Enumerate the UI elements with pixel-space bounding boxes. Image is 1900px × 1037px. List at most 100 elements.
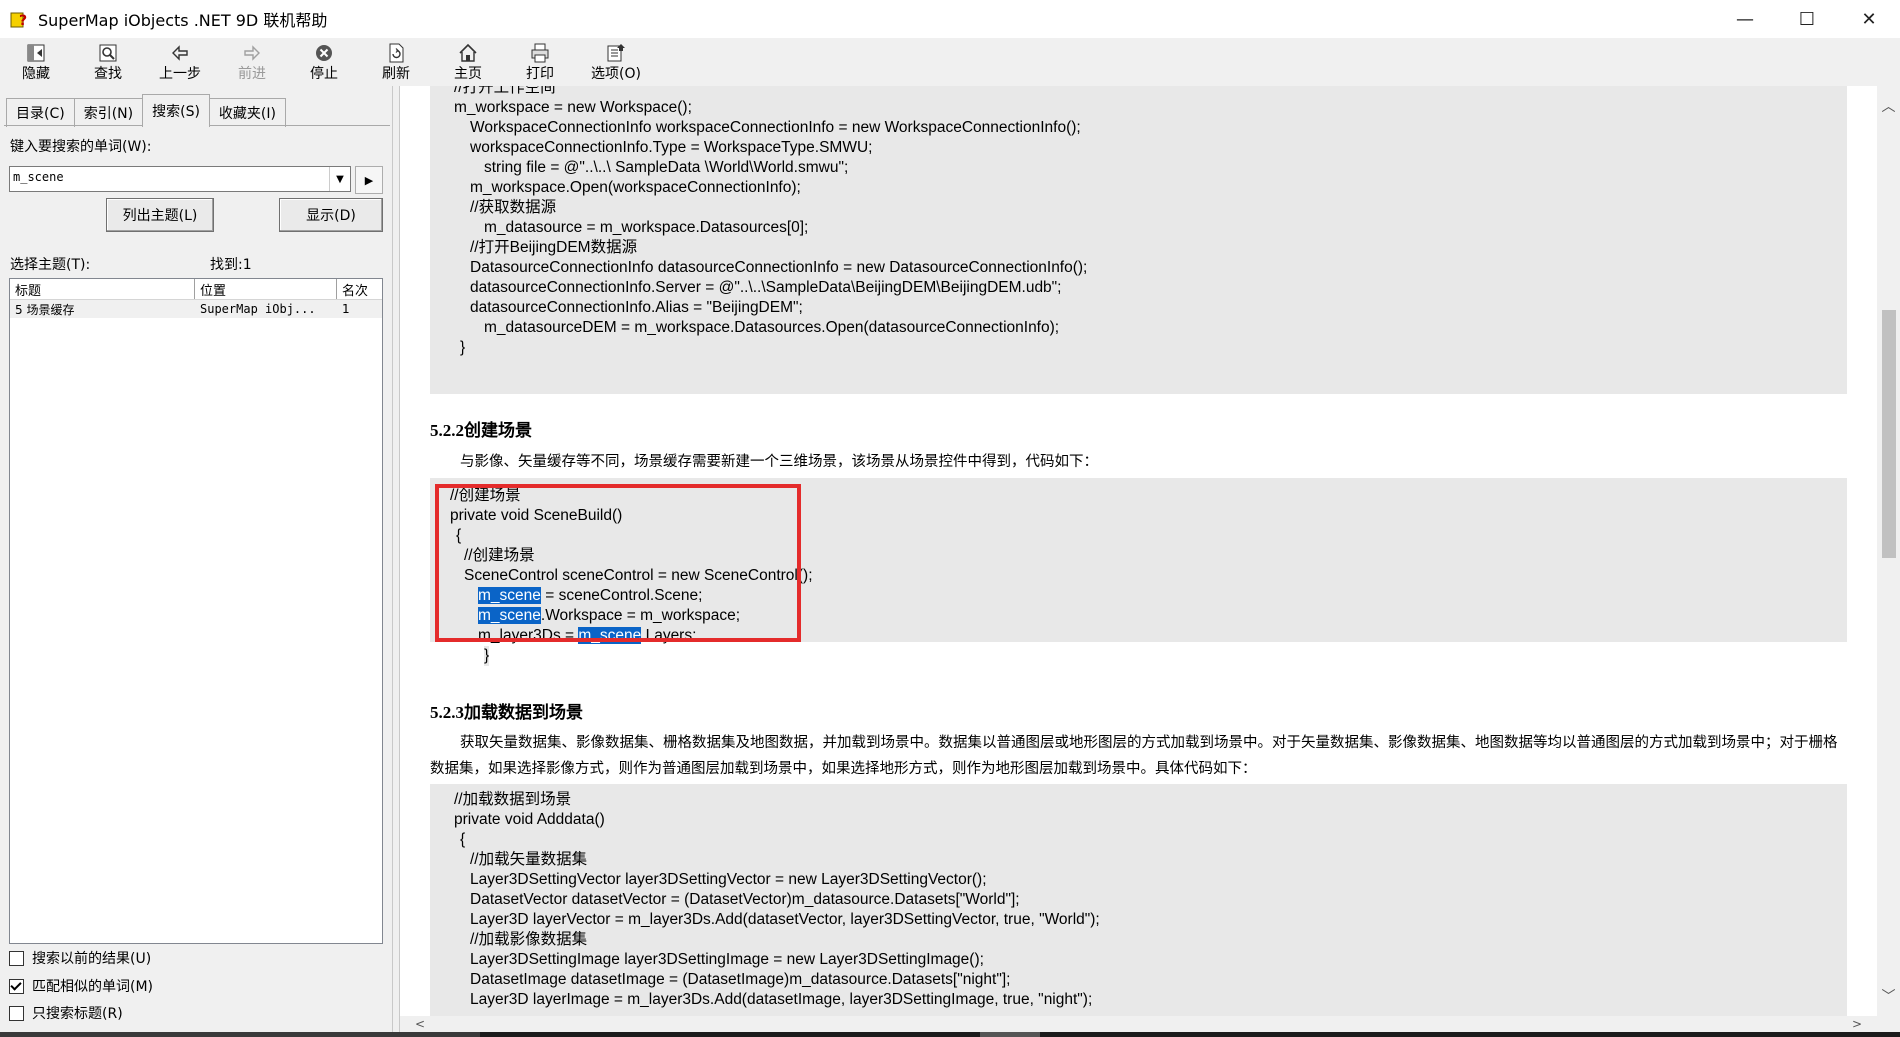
code-line: //加载数据到场景 xyxy=(454,791,572,808)
pane-splitter[interactable] xyxy=(392,86,400,1032)
options-button[interactable]: 选项(O) xyxy=(576,38,656,86)
match-similar-option[interactable]: 匹配相似的单词(M) xyxy=(9,976,153,996)
taskbar-strip xyxy=(0,1032,1900,1037)
code-line: DatasetVector datasetVector = (DatasetVe… xyxy=(470,891,1020,908)
tab-contents[interactable]: 目录(C) xyxy=(6,98,75,127)
nav-tabs: 目录(C) 索引(N) 搜索(S) 收藏夹(I) xyxy=(6,94,286,127)
match-similar-label: 匹配相似的单词(M) xyxy=(32,979,154,995)
code-line: Layer3DSettingImage layer3DSettingImage … xyxy=(470,951,984,968)
taskbar-segment xyxy=(980,1032,1040,1037)
scroll-down-icon[interactable]: ﹀ xyxy=(1877,986,1900,1006)
code-line: //加载矢量数据集 xyxy=(470,851,588,868)
home-icon xyxy=(459,43,477,62)
scroll-right-icon[interactable]: > xyxy=(1847,1016,1867,1032)
code-line: //打开BeijingDEM数据源 xyxy=(470,239,638,256)
search-previous-label: 搜索以前的结果(U) xyxy=(32,951,152,967)
section-paragraph-5-2-2: 与影像、矢量缓存等不同，场景缓存需要新建一个三维场景，该场景从场景控件中得到，代… xyxy=(460,454,1098,470)
code-line: string file = @"..\..\ SampleData \World… xyxy=(484,159,849,176)
section-paragraph-5-2-3: 获取矢量数据集、影像数据集、栅格数据集及地图数据，并加载到场景中。数据集以普通图… xyxy=(430,735,1838,777)
print-button[interactable]: 打印 xyxy=(504,38,576,86)
stop-button[interactable]: 停止 xyxy=(288,38,360,86)
code-line: } xyxy=(460,339,466,356)
back-button[interactable]: 上一步 xyxy=(144,38,216,86)
code-line: DatasourceConnectionInfo datasourceConne… xyxy=(470,259,1088,276)
code-line: //打开工作空间 xyxy=(454,86,556,96)
table-row[interactable]: 5 场景缓存 SuperMap iObj... 1 xyxy=(10,300,382,318)
find-icon xyxy=(99,44,117,62)
vertical-scrollbar[interactable]: ︿ ﹀ xyxy=(1877,86,1900,1016)
titles-only-label: 只搜索标题(R) xyxy=(32,1006,123,1022)
column-header-rank[interactable]: 名次 xyxy=(337,279,382,299)
column-header-title[interactable]: 标题 xyxy=(10,279,195,299)
tab-index[interactable]: 索引(N) xyxy=(73,98,144,127)
topic-results-list[interactable]: 标题 位置 名次 5 场景缓存 SuperMap iObj... 1 xyxy=(9,278,383,944)
dropdown-arrow-icon[interactable]: ▼ xyxy=(329,167,350,191)
list-topics-button[interactable]: 列出主题(L) xyxy=(106,198,214,232)
back-arrow-icon xyxy=(172,45,188,61)
code-line: //获取数据源 xyxy=(470,199,557,216)
search-input[interactable]: m_scene ▼ xyxy=(9,166,351,192)
tab-favorites[interactable]: 收藏夹(I) xyxy=(208,98,286,127)
code-line: datasourceConnectionInfo.Server = @"..\.… xyxy=(470,279,1062,296)
code-line: m_datasourceDEM = m_workspace.Datasource… xyxy=(484,319,1060,336)
search-word-label: 键入要搜索的单词(W): xyxy=(10,139,152,155)
code-line: WorkspaceConnectionInfo workspaceConnect… xyxy=(470,119,1081,136)
code-line: Layer3DSettingVector layer3DSettingVecto… xyxy=(470,871,987,888)
section-heading-5-2-2: 5.2.2创建场景 xyxy=(430,421,532,440)
code-line: Layer3D layerVector = m_layer3Ds.Add(dat… xyxy=(470,911,1100,928)
row-rank: 1 xyxy=(342,302,350,316)
hide-button[interactable]: 隐藏 xyxy=(0,38,72,86)
maximize-button[interactable]: ☐ xyxy=(1776,0,1838,38)
select-topic-label: 选择主题(T): xyxy=(10,257,91,273)
navigation-pane: 目录(C) 索引(N) 搜索(S) 收藏夹(I) 键入要搜索的单词(W): m_… xyxy=(0,86,392,1032)
options-icon xyxy=(607,44,625,62)
code-line: m_workspace = new Workspace(); xyxy=(454,99,692,116)
stop-icon xyxy=(316,45,332,61)
row-location: SuperMap iObj... xyxy=(200,302,316,316)
scroll-up-icon[interactable]: ︿ xyxy=(1877,96,1900,116)
home-button[interactable]: 主页 xyxy=(432,38,504,86)
forward-button[interactable]: 前进 xyxy=(216,38,288,86)
code-line: datasourceConnectionInfo.Alias = "Beijin… xyxy=(470,299,803,316)
code-line: DatasetImage datasetImage = (DatasetImag… xyxy=(470,971,1011,988)
search-go-button[interactable]: ▶ xyxy=(355,166,383,194)
code-line: private void Adddata() xyxy=(454,811,605,828)
annotation-red-box xyxy=(435,484,801,642)
code-line: m_datasource = m_workspace.Datasources[0… xyxy=(484,219,809,236)
display-button[interactable]: 显示(D) xyxy=(279,198,383,232)
code-line: m_workspace.Open(workspaceConnectionInfo… xyxy=(470,179,801,196)
code-block-open-workspace: //打开工作空间 m_workspace = new Workspace(); … xyxy=(430,86,1847,394)
titles-only-checkbox[interactable] xyxy=(9,1005,24,1021)
scroll-left-icon[interactable]: < xyxy=(410,1016,430,1032)
find-button[interactable]: 查找 xyxy=(72,38,144,86)
printer-icon xyxy=(531,43,549,63)
titles-only-option[interactable]: 只搜索标题(R) xyxy=(9,1003,123,1023)
code-line: } xyxy=(484,646,490,666)
forward-arrow-icon xyxy=(244,45,260,61)
close-button[interactable]: ✕ xyxy=(1838,0,1900,38)
horizontal-scrollbar[interactable]: < > xyxy=(400,1016,1877,1032)
toolbar: 隐藏 查找 上一步 前进 停止 刷新 主页 打印 选项(O) xyxy=(0,38,1900,87)
match-similar-checkbox[interactable] xyxy=(9,978,24,994)
section-heading-5-2-3: 5.2.3加载数据到场景 xyxy=(430,703,583,722)
tab-search[interactable]: 搜索(S) xyxy=(142,94,210,127)
minimize-button[interactable]: — xyxy=(1714,0,1776,38)
search-previous-checkbox[interactable] xyxy=(9,950,24,966)
search-previous-option[interactable]: 搜索以前的结果(U) xyxy=(9,948,151,968)
code-line: workspaceConnectionInfo.Type = Workspace… xyxy=(470,139,873,156)
vertical-scroll-thumb[interactable] xyxy=(1882,310,1896,558)
refresh-button[interactable]: 刷新 xyxy=(360,38,432,86)
search-input-value: m_scene xyxy=(13,170,64,184)
found-count: 找到:1 xyxy=(210,257,252,273)
taskbar-segment xyxy=(0,1032,480,1037)
code-block-add-data: //加载数据到场景 private void Adddata() { //加载矢… xyxy=(430,784,1847,1016)
title-bar: ? SuperMap iObjects .NET 9D 联机帮助 — ☐ ✕ xyxy=(0,0,1900,38)
code-line: Layer3D layerImage = m_layer3Ds.Add(data… xyxy=(470,991,1093,1008)
results-header: 标题 位置 名次 xyxy=(10,279,382,300)
refresh-icon xyxy=(389,43,404,63)
window-title: SuperMap iObjects .NET 9D 联机帮助 xyxy=(38,11,328,30)
code-line: //加载影像数据集 xyxy=(470,931,588,948)
svg-text:?: ? xyxy=(19,13,27,29)
play-arrow-icon: ▶ xyxy=(364,173,374,187)
column-header-location[interactable]: 位置 xyxy=(195,279,337,299)
